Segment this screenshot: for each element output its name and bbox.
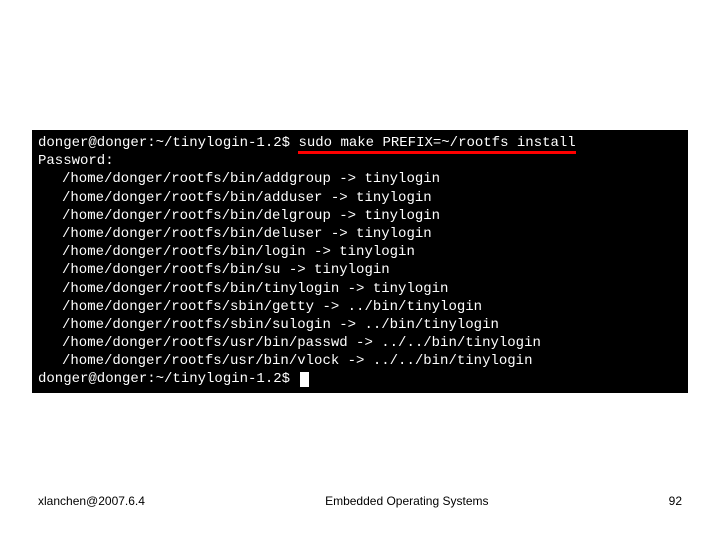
terminal-prompt-line: donger@donger:~/tinylogin-1.2$ sudo make…: [38, 134, 682, 152]
footer-author: xlanchen@2007.6.4: [38, 494, 145, 508]
slide: donger@donger:~/tinylogin-1.2$ sudo make…: [0, 0, 720, 540]
output-line: /home/donger/rootfs/bin/deluser -> tinyl…: [38, 225, 682, 243]
command-wrapper: sudo make PREFIX=~/rootfs install: [298, 134, 575, 152]
underline-highlight: [298, 151, 575, 154]
prompt-text: donger@donger:~/tinylogin-1.2$: [38, 135, 298, 151]
prompt-text: donger@donger:~/tinylogin-1.2$: [38, 371, 298, 387]
output-line: /home/donger/rootfs/bin/adduser -> tinyl…: [38, 189, 682, 207]
footer-title: Embedded Operating Systems: [325, 494, 488, 508]
output-line: /home/donger/rootfs/bin/login -> tinylog…: [38, 243, 682, 261]
terminal-output: donger@donger:~/tinylogin-1.2$ sudo make…: [32, 130, 688, 393]
cursor-block: [300, 372, 309, 387]
terminal-prompt-end: donger@donger:~/tinylogin-1.2$: [38, 370, 682, 388]
password-line: Password:: [38, 152, 682, 170]
output-line: /home/donger/rootfs/bin/tinylogin -> tin…: [38, 280, 682, 298]
output-line: /home/donger/rootfs/sbin/getty -> ../bin…: [38, 298, 682, 316]
command-text: sudo make PREFIX=~/rootfs install: [298, 135, 575, 151]
output-line: /home/donger/rootfs/bin/su -> tinylogin: [38, 261, 682, 279]
output-line: /home/donger/rootfs/sbin/sulogin -> ../b…: [38, 316, 682, 334]
output-line: /home/donger/rootfs/bin/delgroup -> tiny…: [38, 207, 682, 225]
output-line: /home/donger/rootfs/bin/addgroup -> tiny…: [38, 170, 682, 188]
output-line: /home/donger/rootfs/usr/bin/passwd -> ..…: [38, 334, 682, 352]
page-number: 92: [669, 494, 682, 508]
output-line: /home/donger/rootfs/usr/bin/vlock -> ../…: [38, 352, 682, 370]
slide-footer: xlanchen@2007.6.4 Embedded Operating Sys…: [0, 494, 720, 508]
